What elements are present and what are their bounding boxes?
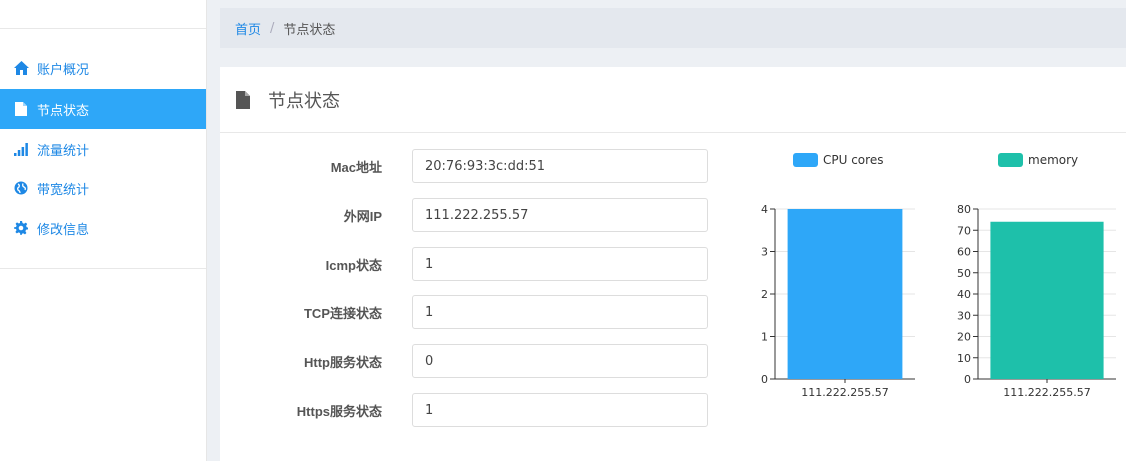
breadcrumb-current: 节点状态 (283, 22, 336, 38)
field-label: Mac地址 (330, 160, 382, 175)
sidebar-item-account-overview[interactable]: 账户概况 (0, 48, 206, 88)
y-tick-label: 70 (957, 224, 971, 237)
panel-header: 节点状态 (220, 67, 1126, 133)
form-row-icmp: Icmp状态 (220, 247, 720, 281)
file-icon (236, 90, 250, 109)
file-icon (13, 101, 29, 117)
form-row-mac: Mac地址 (220, 149, 720, 183)
legend-label: CPU cores (823, 153, 884, 167)
legend-swatch (998, 153, 1023, 167)
sidebar-item-label: 修改信息 (37, 222, 90, 238)
public-ip-field[interactable] (412, 198, 708, 232)
divider (0, 268, 206, 269)
field-label: TCP连接状态 (303, 306, 382, 321)
chart-legend-cpu[interactable]: CPU cores (793, 153, 883, 167)
signal-icon (13, 141, 29, 157)
breadcrumb-home-link[interactable]: 首页 (235, 19, 261, 38)
chart-bar (787, 209, 903, 379)
sidebar-item-edit-info[interactable]: 修改信息 (0, 208, 206, 248)
y-tick-label: 80 (957, 203, 971, 216)
field-label: Icmp状态 (325, 258, 382, 273)
gear-icon (13, 220, 29, 236)
sidebar-item-label: 节点状态 (37, 103, 90, 119)
globe-icon (13, 180, 29, 196)
x-tick-label: 111.222.255.57 (801, 386, 888, 399)
mac-address-field[interactable] (412, 149, 708, 183)
sidebar-item-label: 带宽统计 (37, 182, 90, 198)
y-tick-label: 40 (957, 288, 971, 301)
tcp-status-field[interactable] (412, 295, 708, 329)
y-tick-label: 1 (761, 331, 768, 344)
form-row-https: Https服务状态 (220, 393, 720, 427)
chart-legend-memory[interactable]: memory (998, 153, 1078, 167)
sidebar-item-traffic-stats[interactable]: 流量统计 (0, 129, 206, 169)
form-row-public-ip: 外网IP (220, 198, 720, 232)
sidebar-item-bandwidth-stats[interactable]: 带宽统计 (0, 168, 206, 208)
breadcrumb-separator: / (270, 20, 275, 36)
sidebar-item-node-status[interactable]: 节点状态 (0, 89, 206, 129)
divider (0, 28, 206, 29)
http-status-field[interactable] (412, 344, 708, 378)
legend-swatch (793, 153, 818, 167)
y-tick-label: 30 (957, 309, 971, 322)
field-label: 外网IP (343, 209, 382, 224)
sidebar-item-label: 账户概况 (37, 62, 90, 78)
home-icon (13, 60, 29, 76)
y-tick-label: 2 (761, 288, 768, 301)
form-row-tcp: TCP连接状态 (220, 295, 720, 329)
x-tick-label: 111.222.255.57 (1003, 386, 1090, 399)
memory-chart: 0 10 20 30 40 50 60 70 80 111.222.255.57 (957, 203, 1116, 399)
sidebar: 账户概况 节点状态 流量统计 带宽统计 修改信息 (0, 0, 207, 461)
y-tick-label: 4 (761, 203, 768, 216)
https-status-field[interactable] (412, 393, 708, 427)
y-tick-label: 20 (957, 331, 971, 344)
y-tick-label: 0 (964, 373, 971, 386)
y-tick-label: 50 (957, 267, 971, 280)
node-status-panel: 节点状态 Mac地址 外网IP Icmp状态 TCP连接状态 Http服务状态 … (220, 67, 1126, 461)
y-tick-label: 0 (761, 373, 768, 386)
field-label: Http服务状态 (304, 355, 382, 370)
field-label: Https服务状态 (296, 404, 382, 419)
y-tick-label: 10 (957, 352, 971, 365)
breadcrumb: 首页 / 节点状态 (220, 8, 1126, 48)
y-tick-label: 60 (957, 246, 971, 259)
cpu-cores-chart: 0 1 2 3 4 111.222.255.57 (761, 203, 915, 399)
page-title: 节点状态 (268, 90, 340, 112)
icmp-status-field[interactable] (412, 247, 708, 281)
sidebar-item-label: 流量统计 (37, 143, 90, 159)
form-row-http: Http服务状态 (220, 344, 720, 378)
y-tick-label: 3 (761, 246, 768, 259)
legend-label: memory (1028, 153, 1079, 167)
chart-bar (990, 221, 1104, 379)
